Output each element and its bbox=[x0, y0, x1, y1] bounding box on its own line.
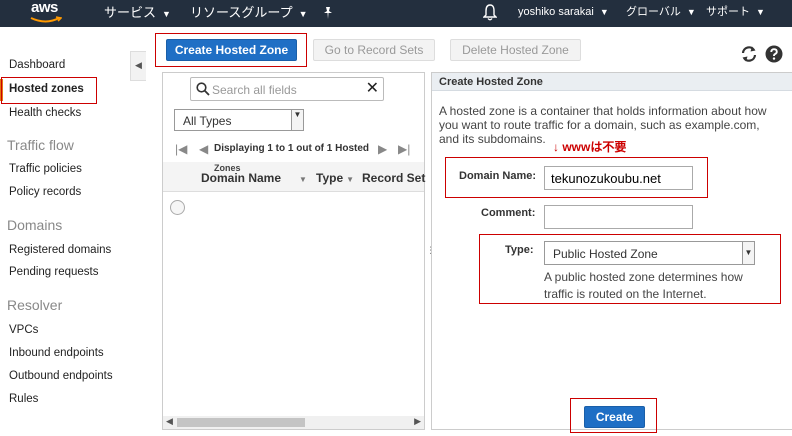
services-label: サービス bbox=[104, 5, 157, 20]
delete-hosted-zone-button[interactable]: Delete Hosted Zone bbox=[450, 39, 581, 61]
search-box[interactable]: Search all fields ✕ bbox=[190, 77, 384, 101]
close-icon[interactable]: ✕ bbox=[366, 81, 379, 97]
sidebar-item-dashboard[interactable]: Dashboard bbox=[9, 59, 65, 71]
region-label: グローバル bbox=[626, 6, 681, 18]
chevron-down-icon: ▼ bbox=[162, 9, 171, 19]
chevron-down-icon: ▼ bbox=[298, 9, 308, 19]
column-label: Domain Name bbox=[201, 171, 282, 185]
sidebar-item-outbound-endpoints[interactable]: Outbound endpoints bbox=[9, 370, 113, 382]
aws-logo[interactable]: aws bbox=[26, 0, 66, 27]
domain-name-label: Domain Name: bbox=[459, 170, 537, 182]
type-label: Type: bbox=[505, 244, 534, 256]
scroll-right-icon[interactable]: ▶ bbox=[414, 416, 421, 427]
sidebar-section-resolver: Resolver bbox=[7, 297, 63, 313]
create-hosted-zone-button[interactable]: Create Hosted Zone bbox=[166, 39, 297, 61]
search-input[interactable]: Search all fields bbox=[212, 83, 297, 97]
sort-icon: ▼ bbox=[346, 175, 355, 184]
sidebar-item-inbound-endpoints[interactable]: Inbound endpoints bbox=[9, 347, 104, 359]
comment-label: Comment: bbox=[481, 207, 536, 219]
scrollbar-thumb[interactable] bbox=[177, 418, 305, 427]
zone-type-select[interactable]: Public Hosted Zone ▼ bbox=[544, 241, 755, 265]
next-page-icon[interactable]: ▶ bbox=[378, 142, 387, 156]
chevron-down-icon: ▼ bbox=[291, 110, 303, 130]
chevron-down-icon: ▼ bbox=[686, 7, 696, 17]
support-menu[interactable]: サポート ▼ bbox=[706, 0, 765, 27]
sidebar-collapse-toggle[interactable]: ◀ bbox=[130, 51, 146, 81]
top-navigation-bar: aws サービス ▼ リソースグループ ▼ yoshiko sarakai ▼ グロー… bbox=[0, 0, 792, 27]
search-icon bbox=[196, 82, 210, 96]
create-button[interactable]: Create bbox=[584, 406, 645, 428]
sidebar-section-traffic-flow: Traffic flow bbox=[7, 137, 74, 153]
pagination-text: Displaying 1 to 1 out of 1 Hosted bbox=[214, 143, 370, 154]
refresh-icon[interactable] bbox=[740, 45, 758, 63]
aws-smile-icon bbox=[30, 16, 62, 23]
column-label: Record Set bbox=[362, 171, 426, 185]
domain-name-field[interactable]: tekunozukoubu.net bbox=[544, 166, 693, 190]
comment-field[interactable] bbox=[544, 205, 693, 229]
sidebar-item-policy-records[interactable]: Policy records bbox=[9, 186, 81, 198]
help-icon[interactable] bbox=[765, 45, 783, 63]
user-name: yoshiko sarakai bbox=[518, 6, 594, 18]
column-domain-name[interactable]: Domain Name ▼ bbox=[201, 171, 307, 185]
type-filter-select[interactable]: All Types ▼ bbox=[174, 109, 304, 131]
sidebar-item-traffic-policies[interactable]: Traffic policies bbox=[9, 163, 82, 175]
sidebar-item-hosted-zones[interactable]: Hosted zones bbox=[9, 83, 84, 95]
pin-icon[interactable] bbox=[322, 0, 334, 27]
user-menu[interactable]: yoshiko sarakai ▼ bbox=[518, 0, 609, 27]
type-filter-value: All Types bbox=[183, 114, 232, 128]
bell-icon[interactable] bbox=[483, 4, 497, 21]
column-record-set[interactable]: Record Set bbox=[362, 171, 425, 185]
region-menu[interactable]: グローバル ▼ bbox=[626, 0, 696, 27]
scroll-left-icon[interactable]: ◀ bbox=[166, 416, 173, 427]
domain-name-value: tekunozukoubu.net bbox=[551, 171, 661, 186]
chevron-left-icon: ◀ bbox=[135, 60, 142, 70]
row-select-radio[interactable] bbox=[170, 200, 185, 215]
zone-type-value: Public Hosted Zone bbox=[553, 247, 658, 261]
sidebar-item-pending-requests[interactable]: Pending requests bbox=[9, 266, 99, 278]
sidebar-item-vpcs[interactable]: VPCs bbox=[9, 324, 38, 336]
first-page-icon[interactable]: |◀ bbox=[175, 142, 187, 156]
chevron-down-icon: ▼ bbox=[742, 242, 754, 264]
prev-page-icon[interactable]: ◀ bbox=[199, 142, 208, 156]
form-header: Create Hosted Zone bbox=[432, 73, 792, 91]
sidebar-item-health-checks[interactable]: Health checks bbox=[9, 107, 81, 119]
form-title: Create Hosted Zone bbox=[439, 76, 543, 88]
sidebar-section-domains: Domains bbox=[7, 217, 63, 233]
sidebar-item-rules[interactable]: Rules bbox=[9, 393, 38, 405]
column-type[interactable]: Type ▼ bbox=[316, 171, 354, 185]
go-to-record-sets-button[interactable]: Go to Record Sets bbox=[313, 39, 435, 61]
services-menu[interactable]: サービス ▼ bbox=[104, 0, 171, 27]
chevron-down-icon: ▼ bbox=[756, 7, 765, 17]
sidebar-item-registered-domains[interactable]: Registered domains bbox=[9, 244, 111, 256]
resource-groups-label: リソースグループ bbox=[190, 5, 293, 20]
sort-icon: ▼ bbox=[299, 175, 307, 184]
last-page-icon[interactable]: ▶| bbox=[398, 142, 410, 156]
chevron-down-icon: ▼ bbox=[599, 7, 609, 17]
column-label: Type bbox=[316, 171, 344, 185]
annotation-note: ↓ wwwは不要 bbox=[553, 140, 627, 154]
horizontal-scrollbar[interactable]: ◀ ▶ bbox=[163, 416, 424, 429]
support-label: サポート bbox=[706, 6, 750, 18]
resource-groups-menu[interactable]: リソースグループ ▼ bbox=[190, 0, 308, 27]
aws-logo-text: aws bbox=[31, 0, 58, 16]
zone-type-help: A public hosted zone determines how traf… bbox=[544, 270, 743, 301]
